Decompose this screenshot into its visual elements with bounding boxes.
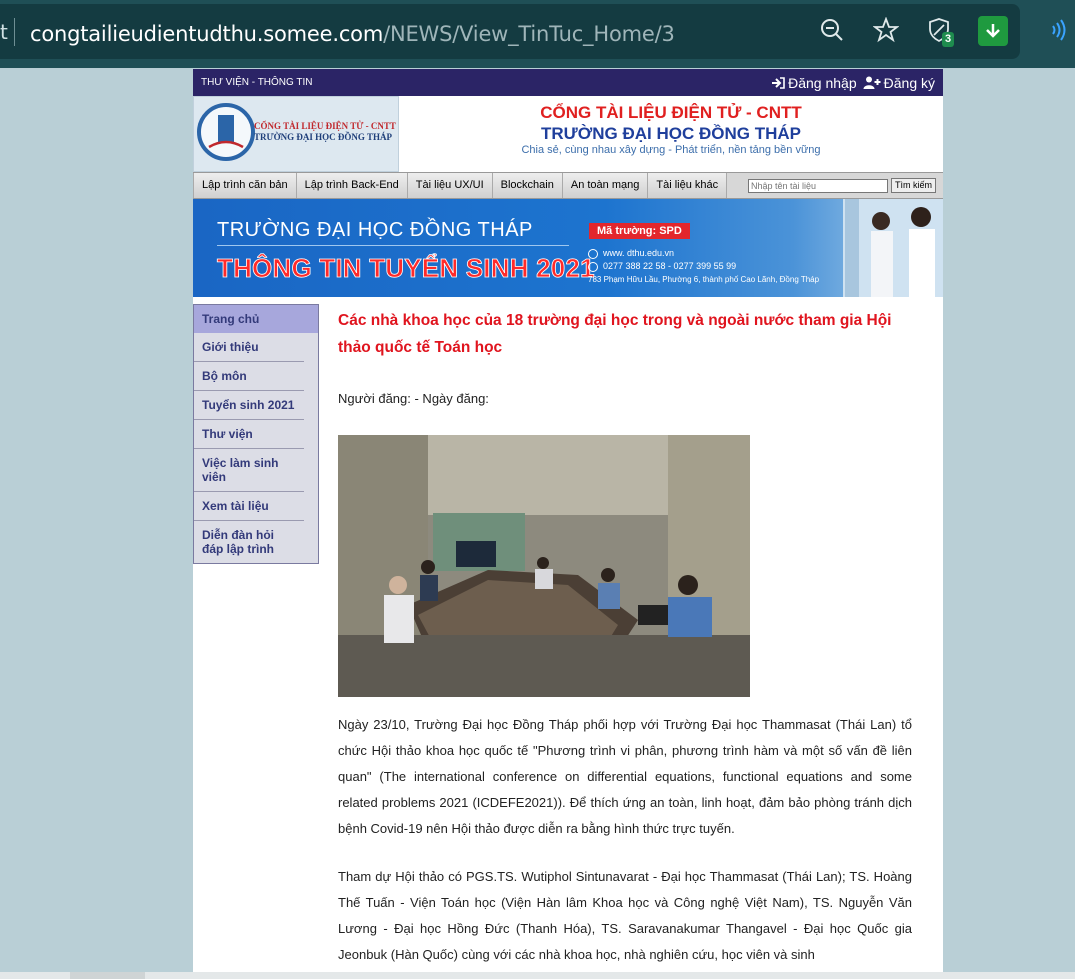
- main-nav: Lập trình căn bản Lập trình Back-End Tài…: [193, 172, 943, 199]
- sidebar-item-library[interactable]: Thư viện: [194, 420, 304, 449]
- nav-item-other-docs[interactable]: Tài liệu khác: [648, 173, 728, 198]
- banner-address: 783 Phạm Hữu Lầu, Phường 6, thành phố Ca…: [588, 275, 820, 284]
- search-button[interactable]: Tìm kiếm: [891, 178, 936, 193]
- user-plus-icon: [863, 76, 881, 89]
- shield-count-badge: 3: [942, 32, 955, 47]
- banner-school-code: Mã trường: SPD: [589, 223, 690, 239]
- sidebar-item-about[interactable]: Giới thiệu: [194, 333, 304, 362]
- nav-item-network-security[interactable]: An toàn mạng: [562, 173, 649, 198]
- horizontal-scrollbar[interactable]: [0, 972, 1075, 979]
- logo[interactable]: CỔNG TÀI LIỆU ĐIỆN TỬ - CNTT TRƯỜNG ĐẠI …: [193, 96, 399, 172]
- web-page: THƯ VIỆN - THÔNG TIN Đăng nhập Đăng ký C…: [193, 69, 943, 979]
- banner-divider: [217, 245, 569, 246]
- nav-item-backend[interactable]: Lập trình Back-End: [296, 173, 408, 198]
- library-label: THƯ VIỆN - THÔNG TIN: [201, 77, 313, 88]
- browser-toolbar: t congtailieudientudthu.somee.com/NEWS/V…: [0, 0, 1075, 68]
- read-aloud-icon[interactable]: [1045, 16, 1073, 44]
- globe-icon: [588, 249, 598, 259]
- students-photo: [843, 199, 943, 297]
- sidebar-menu: Trang chủ Giới thiệu Bộ môn Tuyển sinh 2…: [193, 304, 319, 564]
- scrollbar-thumb[interactable]: [70, 972, 145, 979]
- phone-icon: [588, 262, 598, 272]
- article-meta: Người đăng: - Ngày đăng:: [338, 391, 489, 406]
- login-label: Đăng nhập: [788, 74, 857, 91]
- banner-headline: THÔNG TIN TUYỂN SINH 2021: [217, 253, 595, 284]
- banner-school-name: TRƯỜNG ĐẠI HỌC ĐỒNG THÁP: [217, 219, 533, 241]
- sidebar-item-admission-2021[interactable]: Tuyển sinh 2021: [194, 391, 304, 420]
- sidebar-item-programming-forum[interactable]: Diễn đàn hỏi đáp lập trình: [194, 521, 304, 563]
- site-slogan: Chia sẻ, cùng nhau xây dựng - Phát triển…: [521, 144, 821, 156]
- star-icon[interactable]: [872, 16, 900, 44]
- zoom-out-icon[interactable]: [818, 16, 846, 44]
- url-separator: [14, 18, 15, 46]
- sidebar-item-student-jobs[interactable]: Việc làm sinh viên: [194, 449, 304, 492]
- url-host: congtailieudientudthu.somee.com: [30, 22, 384, 46]
- logo-text-line2: TRƯỜNG ĐẠI HỌC ĐỒNG THÁP: [254, 132, 393, 142]
- site-subtitle: TRƯỜNG ĐẠI HỌC ĐỒNG THÁP: [541, 124, 801, 143]
- article-title: Các nhà khoa học của 18 trường đại học t…: [338, 312, 892, 356]
- conference-photo: [338, 435, 750, 697]
- site-header: CỔNG TÀI LIỆU ĐIỆN TỬ - CNTT TRƯỜNG ĐẠI …: [193, 96, 943, 172]
- url-text[interactable]: congtailieudientudthu.somee.com/NEWS/Vie…: [30, 22, 675, 46]
- login-link[interactable]: Đăng nhập: [771, 75, 857, 91]
- nav-item-basic-programming[interactable]: Lập trình căn bản: [193, 173, 297, 198]
- nav-item-blockchain[interactable]: Blockchain: [492, 173, 563, 198]
- article-paragraph-1: Ngày 23/10, Trường Đại học Đồng Tháp phố…: [338, 717, 912, 836]
- banner-phone: 0277 388 22 58 - 0277 399 55 99: [603, 261, 737, 271]
- login-icon: [772, 76, 785, 89]
- sidebar-item-view-documents[interactable]: Xem tài liệu: [194, 492, 304, 521]
- logo-text-line1: CỔNG TÀI LIỆU ĐIỆN TỬ - CNTT: [254, 121, 396, 131]
- site-title: CỔNG TÀI LIỆU ĐIỆN TỬ - CNTT: [540, 103, 802, 122]
- top-bar: THƯ VIỆN - THÔNG TIN Đăng nhập Đăng ký: [193, 69, 943, 96]
- url-path: /NEWS/View_TinTuc_Home/3: [383, 22, 675, 46]
- article: Các nhà khoa học của 18 trường đại học t…: [338, 307, 912, 968]
- admission-banner[interactable]: TRƯỜNG ĐẠI HỌC ĐỒNG THÁP THÔNG TIN TUYỂN…: [193, 199, 943, 297]
- url-prefix: t: [0, 20, 8, 44]
- download-icon[interactable]: [978, 16, 1008, 46]
- register-label: Đăng ký: [883, 74, 935, 91]
- register-link[interactable]: Đăng ký: [863, 75, 935, 91]
- address-bar[interactable]: t congtailieudientudthu.somee.com/NEWS/V…: [0, 4, 1020, 59]
- article-paragraph-2: Tham dự Hội thảo có PGS.TS. Wutiphol Sin…: [338, 869, 912, 962]
- nav-item-uxui[interactable]: Tài liệu UX/UI: [407, 173, 493, 198]
- logo-emblem-icon: [197, 103, 255, 161]
- banner-website: www. dthu.edu.vn: [603, 248, 675, 258]
- search-input[interactable]: [748, 179, 888, 193]
- sidebar-item-departments[interactable]: Bộ môn: [194, 362, 304, 391]
- sidebar-item-home[interactable]: Trang chủ: [194, 305, 318, 333]
